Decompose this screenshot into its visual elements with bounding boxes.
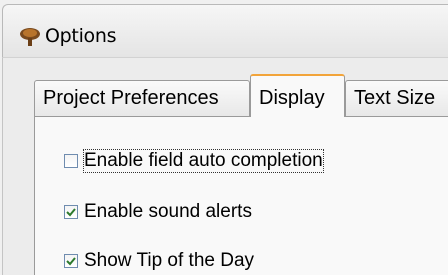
title-bar[interactable]: Options [2,4,448,58]
checkbox-label: Enable sound alerts [84,201,252,222]
tree-icon [19,27,41,47]
options-dialog: Options Project Preferences Display Text… [0,0,448,275]
tab-label: Display [259,87,325,109]
enable-field-auto-completion-option[interactable]: Enable field auto completion [64,149,324,173]
show-tip-of-the-day-checkbox[interactable] [64,254,78,268]
checkbox-label: Enable field auto completion [83,149,324,173]
show-tip-of-the-day-option[interactable]: Show Tip of the Day [64,250,254,272]
checkmark-icon [66,257,76,266]
tab-label: Text Size [354,87,436,109]
tab-label: Project Preferences [43,87,219,109]
checkmark-icon [66,208,76,217]
enable-sound-alerts-option[interactable]: Enable sound alerts [64,201,252,223]
window-title: Options [45,25,117,47]
enable-sound-alerts-checkbox[interactable] [64,205,78,219]
enable-field-auto-completion-checkbox[interactable] [64,154,78,168]
tab-display[interactable]: Display [250,74,345,117]
checkbox-label: Show Tip of the Day [84,250,255,271]
tab-text-size[interactable]: Text Size [345,80,448,116]
tab-project-preferences[interactable]: Project Preferences [34,80,250,116]
